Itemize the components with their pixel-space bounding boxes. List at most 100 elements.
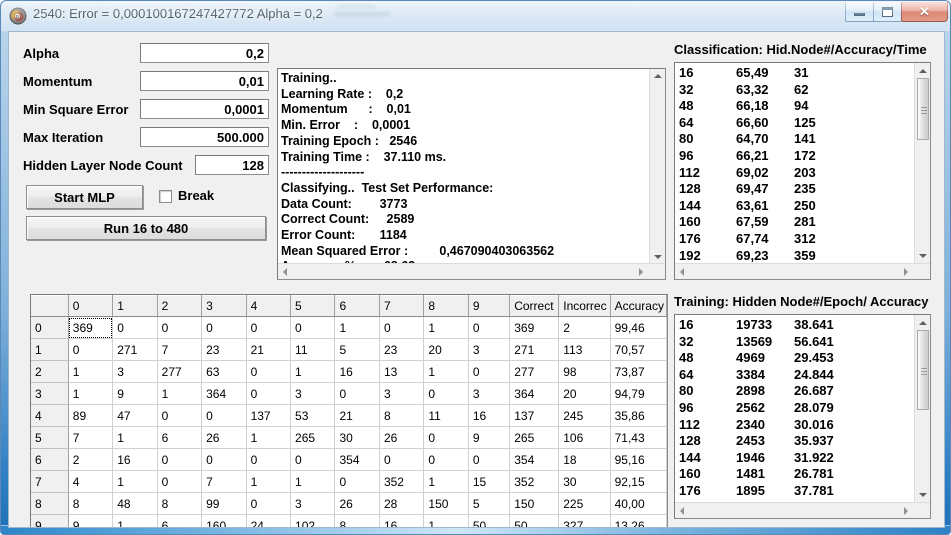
grid-cell[interactable]: 0 — [334, 470, 380, 493]
scroll-right-icon[interactable] — [639, 268, 643, 276]
grid-cell[interactable]: 8 — [68, 492, 114, 515]
scroll-up-icon[interactable] — [919, 321, 927, 325]
grid-cell[interactable]: 9 — [68, 514, 114, 527]
grid-cell[interactable]: 1 — [157, 382, 203, 405]
grid-cell[interactable]: 1 — [290, 470, 336, 493]
grid-row-header[interactable]: 9 — [31, 514, 69, 527]
grid-cell[interactable]: 3 — [379, 382, 425, 405]
training-vertical-scrollbar[interactable] — [914, 315, 930, 503]
grid-cell[interactable]: 150 — [509, 492, 560, 515]
table-row[interactable]: 7 4 1 0 7 1 1 0 352 1 15 352 30 92,15 — [31, 470, 667, 493]
list-item[interactable]: 112 2340 30.016 — [679, 417, 834, 434]
grid-column-header[interactable]: 9 — [468, 295, 511, 317]
grid-row-header[interactable]: 4 — [31, 404, 69, 427]
grid-cell[interactable]: 1 — [112, 514, 158, 527]
grid-cell[interactable]: 0 — [246, 360, 292, 383]
list-item[interactable]: 64 66,60 125 — [679, 115, 816, 132]
grid-cell[interactable]: 271 — [112, 338, 158, 361]
grid-column-header[interactable]: 2 — [157, 295, 203, 317]
grid-cell[interactable]: 0 — [468, 316, 511, 339]
grid-cell[interactable]: 2 — [68, 448, 114, 471]
grid-cell[interactable]: 102 — [290, 514, 336, 527]
grid-cell[interactable]: 3 — [290, 382, 336, 405]
grid-cell[interactable]: 89 — [68, 404, 114, 427]
grid-cell[interactable]: 0 — [157, 470, 203, 493]
grid-cell[interactable]: 265 — [509, 426, 560, 449]
grid-cell[interactable]: 95,16 — [610, 448, 667, 471]
grid-cell[interactable]: 1 — [423, 470, 469, 493]
grid-column-header[interactable]: 1 — [112, 295, 158, 317]
grid-cell[interactable]: 160 — [201, 514, 247, 527]
list-item[interactable]: 96 66,21 172 — [679, 148, 816, 165]
grid-cell[interactable]: 271 — [509, 338, 560, 361]
list-item[interactable]: 176 67,74 312 — [679, 231, 816, 248]
grid-column-header[interactable]: 3 — [201, 295, 247, 317]
grid-cell[interactable]: 6 — [157, 426, 203, 449]
grid-cell[interactable]: 4 — [68, 470, 114, 493]
grid-cell[interactable]: 11 — [423, 404, 469, 427]
grid-cell[interactable]: 3 — [468, 382, 511, 405]
scroll-up-icon[interactable] — [919, 69, 927, 73]
alpha-input[interactable]: 0,2 — [140, 43, 269, 63]
list-item[interactable]: 48 4969 29.453 — [679, 350, 834, 367]
table-row[interactable]: 2 1 3 277 63 0 1 16 13 1 0 277 98 73,87 — [31, 360, 667, 383]
grid-cell[interactable]: 352 — [509, 470, 560, 493]
grid-cell[interactable]: 18 — [558, 448, 611, 471]
grid-cell[interactable]: 40,00 — [610, 492, 667, 515]
table-row[interactable]: 0 369 0 0 0 0 0 1 0 1 0 369 2 99,46 — [31, 316, 667, 339]
list-item[interactable]: 64 3384 24.844 — [679, 367, 834, 384]
list-item[interactable]: 144 1946 31.922 — [679, 450, 834, 467]
grid-cell[interactable]: 0 — [468, 360, 511, 383]
training-log-textbox[interactable]: Training.. Learning Rate : 0,2 Momentum … — [277, 68, 666, 280]
grid-cell[interactable]: 13 — [379, 360, 425, 383]
grid-row-header[interactable]: 1 — [31, 338, 69, 361]
grid-cell[interactable]: 352 — [379, 470, 425, 493]
list-item[interactable]: 128 2453 35.937 — [679, 433, 834, 450]
grid-cell[interactable]: 0 — [246, 316, 292, 339]
training-listbox[interactable]: 16 19733 38.641 32 13569 56.641 48 4969 29.453 64… — [674, 314, 931, 519]
grid-cell[interactable]: 9 — [468, 426, 511, 449]
grid-cell[interactable]: 113 — [558, 338, 611, 361]
grid-cell[interactable]: 3 — [112, 360, 158, 383]
grid-cell[interactable]: 0 — [157, 404, 203, 427]
grid-corner-header[interactable] — [31, 295, 69, 317]
grid-cell[interactable]: 1 — [68, 360, 114, 383]
grid-cell[interactable]: 21 — [246, 338, 292, 361]
grid-cell[interactable]: 150 — [423, 492, 469, 515]
list-item[interactable]: 96 2562 28.079 — [679, 400, 834, 417]
grid-cell[interactable]: 3 — [468, 338, 511, 361]
list-item[interactable]: 160 67,59 281 — [679, 214, 816, 231]
grid-cell[interactable]: 369 — [68, 316, 114, 339]
grid-cell[interactable]: 20 — [423, 338, 469, 361]
list-item[interactable]: 16 65,49 31 — [679, 65, 816, 82]
grid-cell[interactable]: 99 — [201, 492, 247, 515]
grid-row-header[interactable]: 0 — [31, 316, 69, 339]
confusion-matrix-grid[interactable]: 0 1 2 3 4 5 6 7 8 9 Correct Incorrec Accuracy 0 369 0 0… — [30, 294, 668, 527]
grid-row-header[interactable]: 2 — [31, 360, 69, 383]
table-row[interactable]: 3 1 9 1 364 0 3 0 3 0 3 364 20 94,79 — [31, 382, 667, 405]
grid-column-header[interactable]: 7 — [379, 295, 425, 317]
grid-cell[interactable]: 8 — [157, 492, 203, 515]
grid-row-header[interactable]: 7 — [31, 470, 69, 493]
grid-cell[interactable]: 7 — [157, 338, 203, 361]
grid-cell[interactable]: 47 — [112, 404, 158, 427]
list-item[interactable]: 32 13569 56.641 — [679, 334, 834, 351]
grid-cell[interactable]: 137 — [246, 404, 292, 427]
list-item[interactable]: 112 69,02 203 — [679, 165, 816, 182]
grid-row-header[interactable]: 6 — [31, 448, 69, 471]
break-checkbox[interactable] — [159, 190, 172, 203]
list-item[interactable]: 80 64,70 141 — [679, 131, 816, 148]
grid-cell[interactable]: 1 — [290, 360, 336, 383]
grid-column-header[interactable]: 0 — [68, 295, 114, 317]
grid-cell[interactable]: 70,57 — [610, 338, 667, 361]
grid-column-header[interactable]: Correct — [509, 295, 560, 317]
table-row[interactable]: 1 0 271 7 23 21 11 5 23 20 3 271 113 70,57 — [31, 338, 667, 361]
scroll-left-icon[interactable] — [283, 268, 287, 276]
grid-cell[interactable]: 0 — [246, 382, 292, 405]
log-vertical-scrollbar[interactable] — [649, 69, 665, 264]
table-row[interactable]: 4 89 47 0 0 137 53 21 8 11 16 137 245 35,86 — [31, 404, 667, 427]
grid-cell[interactable]: 30 — [334, 426, 380, 449]
grid-cell[interactable]: 94,79 — [610, 382, 667, 405]
scroll-down-icon[interactable] — [654, 255, 662, 259]
scroll-right-icon[interactable] — [904, 507, 908, 515]
